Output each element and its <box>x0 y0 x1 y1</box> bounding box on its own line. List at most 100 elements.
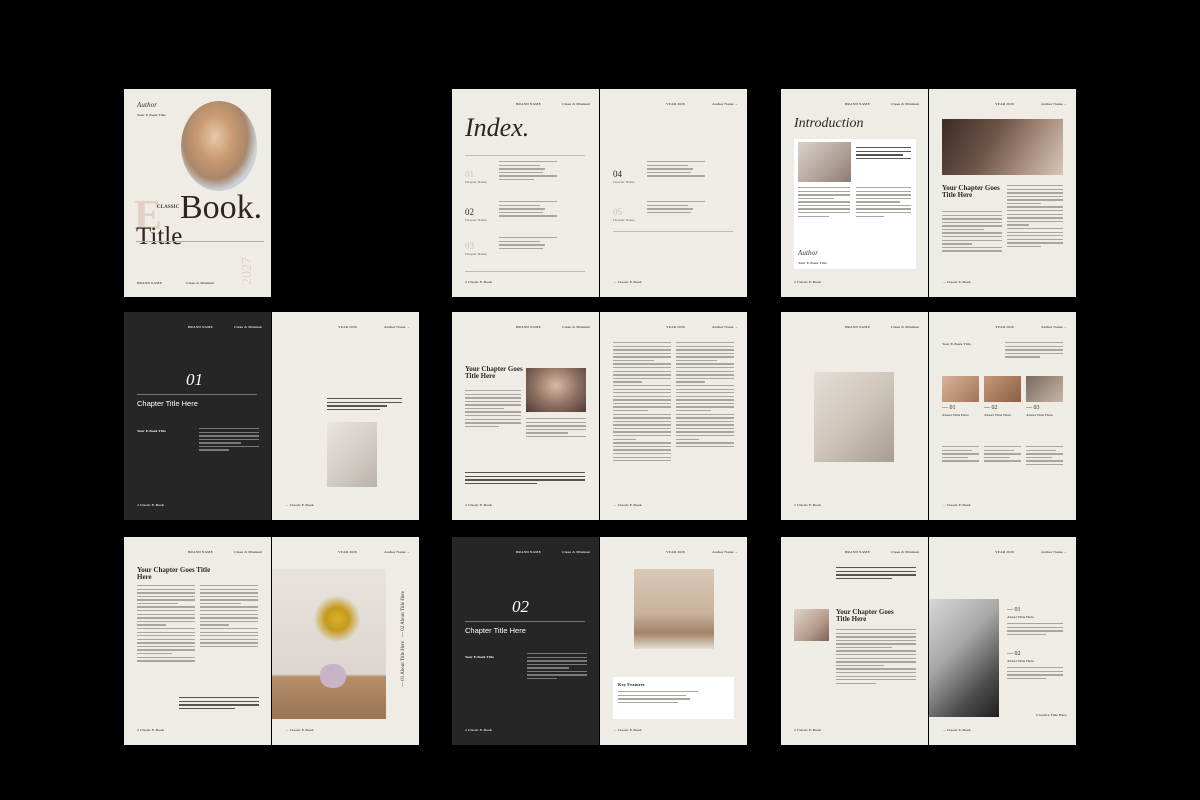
header-author: Author Name → <box>384 550 411 554</box>
gallery-item-3-num: — 03 <box>1026 405 1040 411</box>
chapter-02-page[interactable]: BRAND NAME Clean & Minimal 02 Chapter Ti… <box>452 537 599 745</box>
cover-tagline: Clean & Minimal <box>186 281 214 285</box>
index-chapter-num-01: 01 <box>465 169 474 179</box>
footer-page: 2 Classic E-Book <box>137 728 164 732</box>
key-features-page[interactable]: YEAR 2028 Author Name → Key Features → C… <box>600 537 747 745</box>
footer-classic: → Classic E-Book <box>285 728 314 732</box>
intro-photo <box>798 142 851 182</box>
chapter-01-rule <box>137 394 257 395</box>
key-features-heading: Key Features <box>618 682 645 687</box>
header-year: YEAR 2028 <box>995 102 1014 106</box>
index-chapter-name-01[interactable]: Chapter Name <box>465 180 487 184</box>
chapter-02-ebook: Your E-Book Title <box>465 655 494 659</box>
index-entries-02 <box>499 201 557 219</box>
index-page-left[interactable]: BRAND NAME Clean & Minimal Index. 01 Cha… <box>452 89 599 297</box>
last-bw-portrait <box>929 599 999 717</box>
orchid-flowers <box>312 589 362 649</box>
header-year: YEAR 2028 <box>666 550 685 554</box>
index-chapter-name-02[interactable]: Chapter Name <box>465 218 487 222</box>
intro-body-right <box>856 187 911 219</box>
last-page-left[interactable]: BRAND NAME Clean & Minimal Your Chapter … <box>781 537 928 745</box>
last-item2-body <box>1007 667 1063 681</box>
index-chapter-name-04[interactable]: Chapter Name <box>613 180 635 184</box>
gallery-item-2-num: — 02 <box>984 405 998 411</box>
row3-body-left <box>137 585 195 664</box>
cover-year: 2027 <box>240 257 255 285</box>
chapter-spread-right[interactable]: YEAR 2028 Author Name → → Classic E-Book <box>600 312 747 520</box>
cover-portrait-photo <box>181 101 257 191</box>
index-rule-bottom <box>465 271 585 272</box>
row3-body-right <box>200 585 258 649</box>
index-chapter-name-03[interactable]: Chapter Name <box>465 252 487 256</box>
index-entries-01 <box>499 161 557 182</box>
last-small-photo <box>794 609 829 641</box>
last-chapter-title: Your Chapter Goes Title Here <box>836 608 894 624</box>
gallery-thumb-1 <box>942 376 979 402</box>
gallery-bullets-2 <box>984 446 1021 464</box>
orchid-page[interactable]: YEAR 2028 Author Name → — 01 About Title… <box>272 537 419 745</box>
header-year: YEAR 2028 <box>666 102 685 106</box>
chapter-01-page-right[interactable]: YEAR 2028 Author Name → → Classic E-Book <box>272 312 419 520</box>
header-tagline: Clean & Minimal <box>562 102 590 106</box>
header-author: Author Name → <box>1041 550 1068 554</box>
header-brand: BRAND NAME <box>516 102 542 106</box>
spread-body-left <box>465 390 521 429</box>
header-brand: BRAND NAME <box>188 325 214 329</box>
intro-page-left[interactable]: BRAND NAME Clean & Minimal Introduction … <box>781 89 928 297</box>
cover-page[interactable]: Author Your E-Book Title E CLASSIC Book.… <box>124 89 271 297</box>
last-item1-label: About Title Here <box>1007 615 1034 619</box>
intro-quote <box>856 147 911 161</box>
intro-body-left <box>798 187 850 219</box>
footer-classic: → Classic E-Book <box>942 280 971 284</box>
index-chapter-name-05[interactable]: Chapter Name <box>613 218 635 222</box>
footer-page: 2 Classic E-Book <box>794 728 821 732</box>
chapter-02-body <box>527 653 587 682</box>
intro-right-body-left <box>942 211 1002 254</box>
cover-rule <box>136 241 264 242</box>
chapter-spread-left[interactable]: BRAND NAME Clean & Minimal Your Chapter … <box>452 312 599 520</box>
header-brand: BRAND NAME <box>845 325 871 329</box>
header-author: Author Name → <box>712 550 739 554</box>
chapter-01-num: 01 <box>186 370 203 389</box>
header-author: Author Name → <box>712 102 739 106</box>
intro-right-body-right <box>1007 185 1063 249</box>
intro-subtitle: Your E-Book Title <box>798 261 827 265</box>
chapter-01-quote <box>327 398 402 412</box>
header-brand: BRAND NAME <box>516 325 542 329</box>
chapter-01-title: Chapter Title Here <box>137 399 198 408</box>
gallery-page-right[interactable]: YEAR 2028 Author Name → Your E-Book Titl… <box>929 312 1076 520</box>
intro-chapter-title: Your Chapter Goes Title Here <box>942 184 1000 200</box>
chapter-text-page[interactable]: BRAND NAME Clean & Minimal Your Chapter … <box>124 537 271 745</box>
last-item1-num: — 01 <box>1007 607 1021 613</box>
gallery-page-left[interactable]: BRAND NAME Clean & Minimal 2 Classic E-B… <box>781 312 928 520</box>
index-chapter-num-05: 05 <box>613 207 622 217</box>
cover-classic: CLASSIC <box>157 205 180 210</box>
chapter-02-title: Chapter Title Here <box>465 626 526 635</box>
header-year: YEAR 2028 <box>666 325 685 329</box>
header-tagline: Clean & Minimal <box>234 550 262 554</box>
header-tagline: Clean & Minimal <box>891 102 919 106</box>
index-entries-05 <box>647 201 705 215</box>
footer-classic: → Classic E-Book <box>942 728 971 732</box>
key-features-list <box>618 691 698 705</box>
index-page-right[interactable]: YEAR 2028 Author Name → 04 Chapter Name … <box>600 89 747 297</box>
footer-classic: → Classic E-Book <box>613 503 642 507</box>
intro-page-right[interactable]: YEAR 2028 Author Name → Your Chapter Goe… <box>929 89 1076 297</box>
last-page-right[interactable]: YEAR 2028 Author Name → — 01 About Title… <box>929 537 1076 745</box>
index-title: Index. <box>465 113 530 142</box>
header-tagline: Clean & Minimal <box>562 325 590 329</box>
footer-classic: → Classic E-Book <box>942 503 971 507</box>
last-body <box>836 629 916 686</box>
index-rule-right <box>613 231 733 232</box>
header-year: YEAR 2028 <box>995 325 1014 329</box>
header-brand: BRAND NAME <box>188 550 214 554</box>
header-author: Author Name → <box>384 325 411 329</box>
spread-body-right <box>526 418 586 439</box>
index-entries-04 <box>647 161 705 179</box>
intro-title: Introduction <box>794 116 864 131</box>
last-creative: Creative Title Here <box>1036 713 1067 717</box>
chapter-01-page[interactable]: BRAND NAME Clean & Minimal 01 Chapter Ti… <box>124 312 271 520</box>
chapter-01-body <box>199 428 259 453</box>
intro-candle-photo <box>942 119 1063 175</box>
last-quote <box>836 567 916 581</box>
